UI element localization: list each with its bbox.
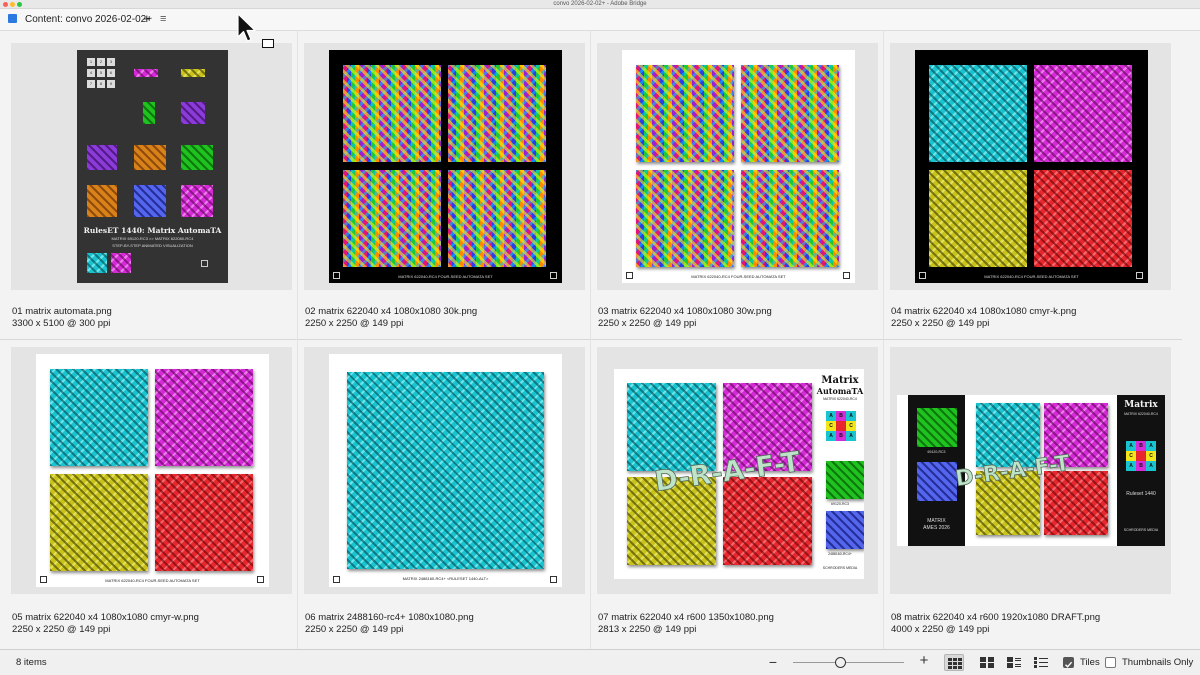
file-name: 04 matrix 622040 x4 1080x1080 cmyr-k.png: [891, 306, 1077, 317]
item-count: 8 items: [16, 657, 47, 668]
art-label-a: 69120-RC3: [831, 502, 849, 506]
thumbnail-image: MATRIX 2488160-RC4+ <RULESET 1440-ALT>: [329, 354, 562, 587]
slider-track: [793, 662, 904, 663]
art-footer: SCHRODERS MEDIA: [1123, 528, 1159, 532]
details-view-icon: [1007, 657, 1021, 668]
mouse-pointer-icon: [237, 13, 256, 42]
art-title-1: Matrix: [821, 375, 859, 386]
art-caption: MATRIX 622040-RC4 FOUR-SEED AUTOMATA SET: [984, 274, 1079, 279]
art-footer: SCHRODERS MEDIA: [822, 566, 858, 570]
file-dimensions: 2250 x 2250 @ 149 ppi: [305, 624, 404, 635]
thumbnail-frame: MATRIX 622040-RC4 FOUR-SEED AUTOMATA SET: [304, 43, 585, 290]
art-ruleset: Ruleset 1440: [1126, 491, 1156, 497]
add-panel-button[interactable]: +: [143, 11, 151, 26]
large-grid-icon: [980, 657, 994, 668]
view-as-thumbnails-button[interactable]: [944, 654, 964, 671]
bridge-window: convo 2026-02-02+ - Adobe Bridge Content…: [0, 0, 1200, 675]
thumbnail-tile-01[interactable]: 123 456 789 RulesET 1440: Matrix AutomaT…: [0, 31, 293, 339]
file-name: 03 matrix 622040 x4 1080x1080 30w.png: [598, 306, 772, 317]
art-title-1: Matrix: [1124, 400, 1158, 410]
file-name: 06 matrix 2488160-rc4+ 1080x1080.png: [305, 612, 474, 623]
thumbnail-frame: Matrix AutomaTA MATRIX 622040-RC4 A B A …: [597, 347, 878, 594]
art-subtitle: MATRIX 69120-RC3 >> MATRIX 622080-RC4: [111, 236, 194, 241]
thumbnail-image: MATRIX 622040-RC4 FOUR-SEED AUTOMATA SET: [329, 50, 562, 283]
thumbnail-image: 123 456 789 RulesET 1440: Matrix AutomaT…: [77, 50, 228, 283]
window-title: convo 2026-02-02+ - Adobe Bridge: [553, 1, 647, 7]
thumbnails-only-checkbox[interactable]: [1105, 657, 1116, 668]
drag-copy-icon: [262, 39, 274, 48]
file-name: 02 matrix 622040 x4 1080x1080 30k.png: [305, 306, 478, 317]
thumbnails-only-label: Thumbnails Only: [1122, 657, 1194, 668]
art-caption: MATRIX 2488160-RC4+ <RULESET 1440-ALT>: [402, 576, 489, 581]
thumbnail-tile-02[interactable]: MATRIX 622040-RC4 FOUR-SEED AUTOMATA SET…: [293, 31, 586, 339]
thumbnail-tile-06[interactable]: MATRIX 2488160-RC4+ <RULESET 1440-ALT> 0…: [293, 339, 586, 649]
tiles-checkbox[interactable]: [1063, 657, 1074, 668]
abc-grid: A B A C C A B A: [1126, 441, 1156, 471]
thumbnail-image: MATRIX 622040-RC4 FOUR-SEED AUTOMATA SET: [915, 50, 1148, 283]
art-label-a: 69120-RC3: [927, 450, 946, 454]
view-as-list-button[interactable]: [1031, 654, 1051, 671]
thumbnail-image: Matrix AutomaTA MATRIX 622040-RC4 A B A …: [614, 369, 864, 579]
thumbnail-image: 69120-RC3 MATRIX AMES 2026 Matrix MATRIX…: [897, 395, 1165, 546]
zoom-in-button[interactable]: +: [917, 653, 931, 669]
zoom-out-button[interactable]: −: [766, 654, 780, 670]
thumbnail-frame: 123 456 789 RulesET 1440: Matrix AutomaT…: [11, 43, 292, 290]
tiles-label: Tiles: [1080, 657, 1100, 668]
thumbnail-tile-04[interactable]: MATRIX 622040-RC4 FOUR-SEED AUTOMATA SET…: [879, 31, 1172, 339]
content-panel-header: Content: convo 2026-02-02+ + ≡: [0, 9, 1200, 31]
art-title: RulesET 1440: Matrix AutomaTA: [83, 226, 222, 235]
art-title-2: AutomaTA: [816, 386, 864, 396]
view-as-details-button[interactable]: [1004, 654, 1024, 671]
status-bar: 8 items − + Tiles Thumbnails Only: [0, 649, 1200, 675]
file-dimensions: 2250 x 2250 @ 149 ppi: [305, 318, 404, 329]
file-name: 07 matrix 622040 x4 r600 1350x1080.png: [598, 612, 774, 623]
thumbnail-image: MATRIX 622040-RC4 FOUR-SEED AUTOMATA SET: [36, 354, 269, 587]
thumbnail-frame: MATRIX 622040-RC4 FOUR-SEED AUTOMATA SET: [597, 43, 878, 290]
file-name: 05 matrix 622040 x4 1080x1080 cmyr-w.png: [12, 612, 199, 623]
slider-handle[interactable]: [835, 657, 846, 668]
thumbnail-tile-08[interactable]: 69120-RC3 MATRIX AMES 2026 Matrix MATRIX…: [879, 339, 1172, 649]
art-caption: MATRIX 622040-RC4 FOUR-SEED AUTOMATA SET: [691, 274, 786, 279]
view-as-grid-button[interactable]: [977, 654, 997, 671]
art-label-b: 2488160-RC4+: [828, 552, 852, 556]
art-sub: MATRIX 622040-RC4: [823, 397, 857, 401]
thumbnail-tile-05[interactable]: MATRIX 622040-RC4 FOUR-SEED AUTOMATA SET…: [0, 339, 293, 649]
thumbnail-image: MATRIX 622040-RC4 FOUR-SEED AUTOMATA SET: [622, 50, 855, 283]
thumbnail-size-slider[interactable]: [793, 656, 904, 670]
art-badge-1: MATRIX: [927, 518, 946, 524]
thumbnail-frame: MATRIX 2488160-RC4+ <RULESET 1440-ALT>: [304, 347, 585, 594]
file-dimensions: 2250 x 2250 @ 149 ppi: [598, 318, 697, 329]
file-dimensions: 2250 x 2250 @ 149 ppi: [891, 318, 990, 329]
art-caption: MATRIX 622040-RC4 FOUR-SEED AUTOMATA SET: [105, 578, 200, 583]
abc-grid: A B A C C A B A: [826, 411, 856, 441]
title-bar: convo 2026-02-02+ - Adobe Bridge: [0, 0, 1200, 9]
checkmark-icon: [1065, 661, 1073, 668]
thumbnail-tile-07[interactable]: Matrix AutomaTA MATRIX 622040-RC4 A B A …: [586, 339, 879, 649]
thumbnail-tile-03[interactable]: MATRIX 622040-RC4 FOUR-SEED AUTOMATA SET…: [586, 31, 879, 339]
thumbnail-frame: MATRIX 622040-RC4 FOUR-SEED AUTOMATA SET: [890, 43, 1171, 290]
file-dimensions: 3300 x 5100 @ 300 ppi: [12, 318, 111, 329]
list-view-icon: [1034, 657, 1048, 668]
file-dimensions: 2813 x 2250 @ 149 ppi: [598, 624, 697, 635]
content-panel-icon: [8, 14, 17, 23]
content-panel-tab[interactable]: Content: convo 2026-02-02+: [25, 13, 152, 26]
art-line: STEP-BY-STEP ANIMATED VISUALIZATION: [112, 243, 193, 248]
grid-view-icon: [948, 658, 962, 669]
file-dimensions: 4000 x 2250 @ 149 ppi: [891, 624, 990, 635]
thumbnail-frame: MATRIX 622040-RC4 FOUR-SEED AUTOMATA SET: [11, 347, 292, 594]
art-sub: MATRIX 622040-RC4: [1124, 412, 1158, 416]
panel-menu-icon[interactable]: ≡: [160, 12, 166, 26]
file-name: 01 matrix automata.png: [12, 306, 112, 317]
thumbnail-frame: 69120-RC3 MATRIX AMES 2026 Matrix MATRIX…: [890, 347, 1171, 594]
file-name: 08 matrix 622040 x4 r600 1920x1080 DRAFT…: [891, 612, 1101, 623]
file-dimensions: 2250 x 2250 @ 149 ppi: [12, 624, 111, 635]
art-caption: MATRIX 622040-RC4 FOUR-SEED AUTOMATA SET: [398, 274, 493, 279]
art-badge-2: AMES 2026: [923, 525, 950, 531]
content-grid[interactable]: 123 456 789 RulesET 1440: Matrix AutomaT…: [0, 31, 1200, 649]
